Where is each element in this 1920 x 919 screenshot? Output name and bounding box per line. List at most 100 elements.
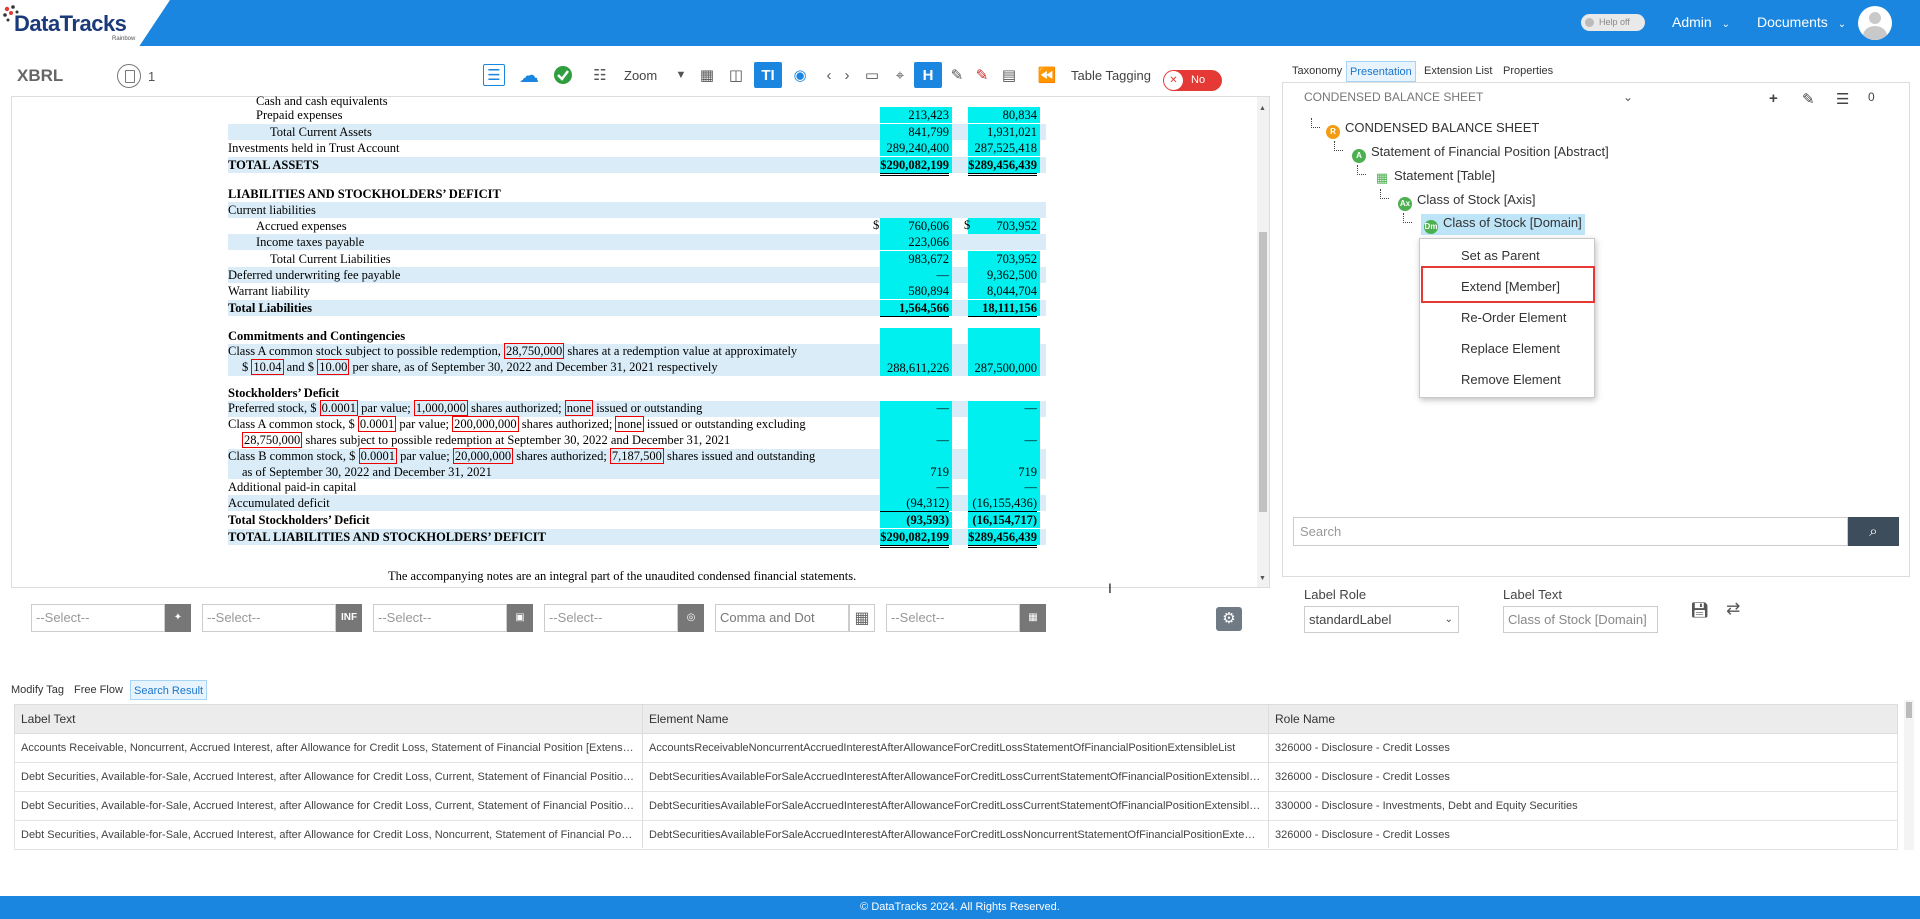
cloud-upload-icon[interactable]: ☁ (518, 64, 540, 87)
rewind-icon[interactable]: ⏪ (1036, 64, 1058, 86)
admin-menu[interactable]: Admin ⌄ (1672, 14, 1730, 30)
tagged-number[interactable]: 0.0001 (358, 448, 397, 464)
column-header-element-name[interactable]: Element Name (649, 712, 728, 726)
tab-properties[interactable]: Properties (1500, 61, 1556, 82)
zoom-dropdown-icon[interactable]: ▼ (670, 64, 692, 86)
documents-menu[interactable]: Documents ⌄ (1757, 14, 1846, 30)
info-button[interactable]: INF (336, 604, 362, 632)
value-current: $290,082,199 (880, 158, 949, 176)
select-2[interactable]: --Select-- (202, 604, 336, 632)
row-label: Total Current Liabilities (270, 252, 391, 266)
red-pen-icon[interactable]: ✎ (971, 64, 993, 86)
results-scrollbar[interactable] (1904, 700, 1914, 850)
eye-icon[interactable]: ◉ (789, 64, 811, 86)
add-icon[interactable]: + (1769, 90, 1778, 107)
menu-item-reorder-element[interactable]: Re-Order Element (1461, 310, 1566, 325)
tree-node-class-of-stock-domain[interactable]: Dm Class of Stock [Domain] (1421, 214, 1585, 235)
tab-taxonomy[interactable]: Taxonomy (1289, 61, 1345, 82)
tree-node-condensed-balance-sheet[interactable]: R CONDENSED BALANCE SHEET (1326, 120, 1539, 139)
user-avatar[interactable] (1858, 6, 1892, 40)
menu-item-remove-element[interactable]: Remove Element (1461, 372, 1561, 387)
select-1[interactable]: --Select-- (31, 604, 165, 632)
tagged-number[interactable]: 28,750,000 (504, 343, 565, 359)
calendar-icon[interactable]: ▦ (1020, 604, 1046, 632)
help-toggle[interactable]: Help off (1581, 14, 1645, 31)
column-header-label-text[interactable]: Label Text (21, 712, 76, 726)
statement-line: as of September 30, 2022 and December 31… (242, 465, 492, 480)
text-fragment: issued or outstanding (596, 401, 703, 415)
column-header-role-name[interactable]: Role Name (1275, 712, 1335, 726)
statement-row: LIABILITIES AND STOCKHOLDERS’ DEFICIT (228, 186, 1046, 202)
bullet-list-icon[interactable]: ☷ (589, 64, 611, 86)
tab-modify-tag[interactable]: Modify Tag (8, 680, 67, 700)
logo-area[interactable]: DataTracks Rainbow (0, 0, 170, 46)
tagged-number[interactable]: 10.04 (251, 359, 284, 375)
tagged-number[interactable]: 20,000,000 (452, 448, 514, 464)
tagged-number[interactable]: 7,187,500 (609, 448, 664, 464)
menu-item-replace-element[interactable]: Replace Element (1461, 341, 1560, 356)
value-current: (94,312) (880, 496, 949, 512)
text-fragment: par value; (399, 417, 450, 431)
table-tagging-toggle[interactable]: No (1163, 70, 1222, 91)
select-3[interactable]: --Select-- (373, 604, 507, 632)
document-scrollbar[interactable]: ▲ ▼ (1257, 97, 1269, 587)
scrollbar-thumb[interactable] (1906, 702, 1912, 718)
tagged-number[interactable]: 1,000,000 (413, 400, 468, 416)
chevron-down-icon[interactable]: ⌄ (1623, 90, 1633, 104)
settings-gear-icon[interactable]: ⚙ (1216, 607, 1242, 631)
chevron-right-icon[interactable]: › (836, 64, 858, 86)
tree-node-statement-abstract[interactable]: A Statement of Financial Position [Abstra… (1352, 144, 1609, 163)
list-view-icon[interactable]: ☰ (483, 64, 505, 86)
tagged-number[interactable]: 28,750,000 (242, 432, 303, 448)
zoom-label[interactable]: Zoom (624, 68, 657, 83)
tab-free-flow[interactable]: Free Flow (71, 680, 126, 700)
tagged-number[interactable]: 200,000,000 (452, 416, 519, 432)
edit-icon[interactable]: ✎ (1802, 90, 1815, 108)
tagged-number[interactable]: none (615, 416, 644, 432)
statement-dropdown[interactable]: CONDENSED BALANCE SHEET (1304, 90, 1483, 104)
tab-search-result[interactable]: Search Result (130, 680, 208, 700)
map-pin-icon[interactable]: ⌖ (889, 64, 911, 86)
document-icon[interactable]: ▤ (998, 64, 1020, 86)
label-text-input[interactable]: Class of Stock [Domain] (1503, 606, 1658, 633)
scroll-down-icon[interactable]: ▼ (1259, 575, 1266, 582)
table-tagging-label: Table Tagging (1071, 68, 1151, 83)
value-current: 289,240,400 (886, 141, 950, 155)
number-format-select[interactable]: Comma and Dot (715, 604, 849, 632)
label-role-select[interactable]: standardLabel ⌄ (1304, 606, 1459, 633)
swap-icon[interactable]: ⇄ (1726, 599, 1740, 619)
tree-node-label: Class of Stock [Axis] (1417, 192, 1536, 207)
tagged-number[interactable]: none (564, 400, 594, 416)
scroll-up-icon[interactable]: ▲ (1259, 105, 1266, 112)
text-tag-icon[interactable]: TI (754, 62, 782, 88)
tree-node-statement-table[interactable]: ▦ Statement [Table] (1375, 168, 1495, 185)
grid-format-icon[interactable]: ▦ (849, 604, 875, 632)
target-icon[interactable]: ◎ (678, 604, 704, 632)
tagged-number[interactable]: 0.0001 (357, 416, 397, 432)
wrench-icon[interactable]: ✦ (165, 604, 191, 632)
table-grid-icon[interactable]: ▦ (696, 64, 718, 86)
tagged-number[interactable]: 10.00 (317, 359, 350, 375)
validate-check-icon[interactable] (552, 64, 574, 86)
scrollbar-thumb[interactable] (1259, 232, 1267, 512)
scale-icon[interactable]: ▣ (507, 604, 533, 632)
tab-presentation[interactable]: Presentation (1346, 61, 1416, 82)
columns-icon[interactable]: ◫ (725, 64, 747, 86)
value-prior: (16,154,717) (972, 513, 1037, 527)
page-icon[interactable] (117, 64, 141, 88)
tagged-number[interactable]: 0.0001 (319, 400, 359, 416)
tab-extension-list[interactable]: Extension List (1421, 61, 1495, 82)
select-4[interactable]: --Select-- (544, 604, 678, 632)
card-icon[interactable]: ▭ (861, 64, 883, 86)
search-icon[interactable]: ⌕ (1848, 517, 1899, 546)
pen-icon[interactable]: ✎ (946, 64, 968, 86)
highlight-h-icon[interactable]: H (914, 62, 942, 88)
tree-node-class-of-stock-axis[interactable]: Ax Class of Stock [Axis] (1398, 192, 1535, 211)
presentation-search-input[interactable]: Search (1293, 517, 1848, 546)
save-icon[interactable]: 💾︎ (1690, 601, 1709, 619)
domain-dm-icon: Dm (1424, 220, 1438, 234)
menu-item-set-as-parent[interactable]: Set as Parent (1461, 248, 1540, 263)
value-prior: — (1024, 480, 1038, 494)
select-6[interactable]: --Select-- (886, 604, 1020, 632)
menu-icon[interactable]: ☰ (1836, 90, 1849, 108)
